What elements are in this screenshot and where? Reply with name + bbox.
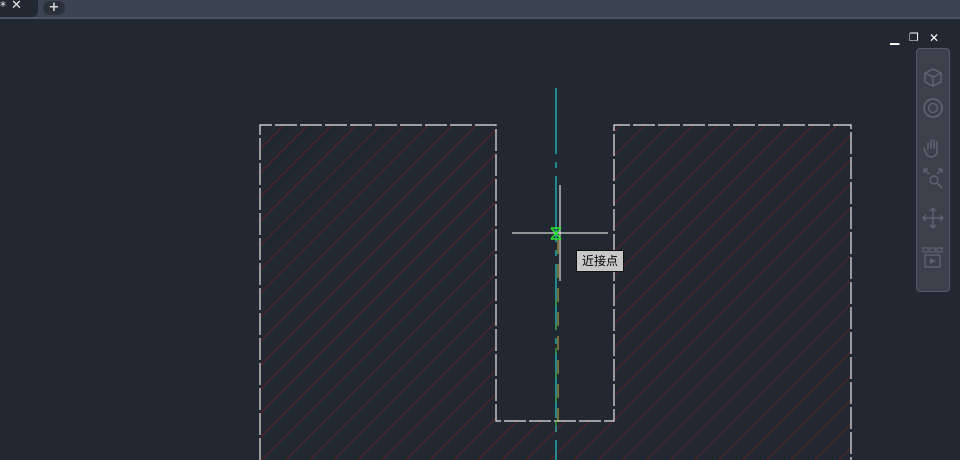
steering-wheel-icon[interactable] [922,97,944,119]
orbit-icon[interactable] [922,207,944,229]
navigation-bar [916,48,950,292]
pan-hand-icon[interactable] [922,137,944,159]
cad-drawing [259,88,852,460]
viewcube-icon[interactable] [922,67,944,89]
snap-tooltip: 近接点 [576,250,624,272]
showmotion-icon[interactable] [922,247,944,269]
zoom-extents-icon[interactable] [922,167,944,189]
